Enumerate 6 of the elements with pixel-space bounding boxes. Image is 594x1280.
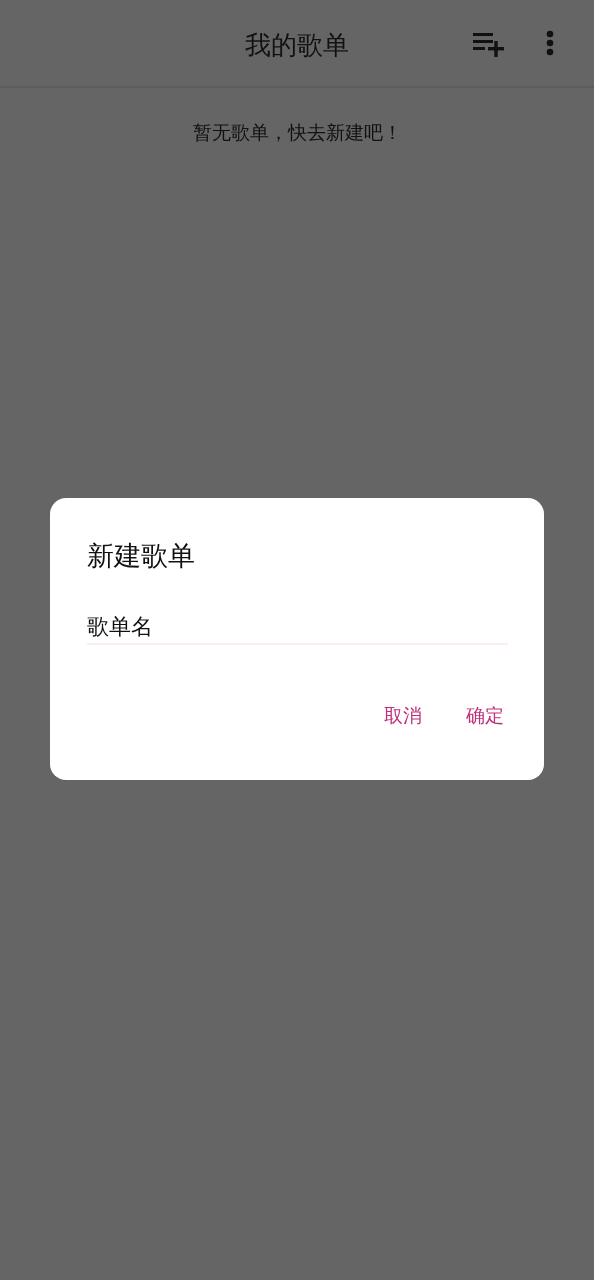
dialog-title: 新建歌单 [87,539,196,573]
empty-message: 暂无歌单，快去新建吧！ [191,120,403,145]
app-bar-title: 我的歌单 [245,29,349,62]
more-menu-icon[interactable] [546,30,554,56]
playlist-name-field[interactable]: 歌单名 [87,614,508,645]
add-to-playlist-icon[interactable] [473,31,505,57]
